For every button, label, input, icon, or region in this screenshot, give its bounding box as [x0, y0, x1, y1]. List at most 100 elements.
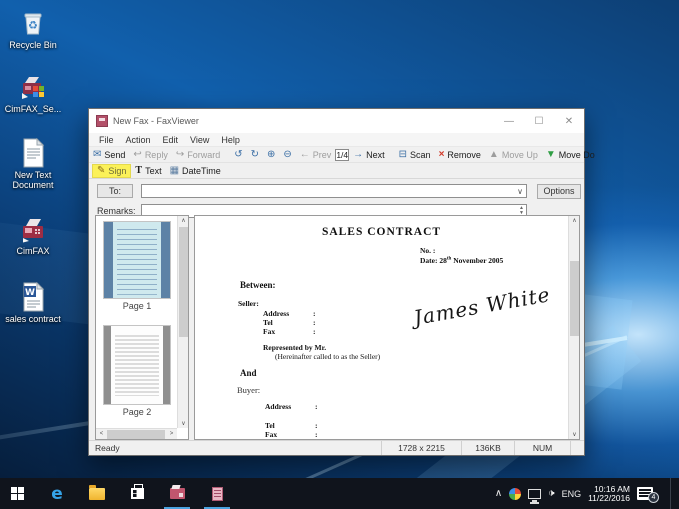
remove-icon: ×: [439, 150, 445, 160]
buyer-tel-row: Tel:: [265, 421, 318, 430]
language-indicator[interactable]: ENG: [562, 489, 582, 499]
thumbnail-pane: Page 1 Page 2 ∧ ∨ < >: [95, 215, 189, 440]
desktop-icon-cimfax-setup[interactable]: CimFAX_Se...: [2, 72, 64, 114]
taskbar-store[interactable]: [124, 478, 150, 509]
recycle-bin-icon: ♻: [18, 8, 48, 38]
desktop-icon-sales-contract[interactable]: W sales contract: [2, 282, 64, 324]
seller-address-row: Address:: [263, 309, 316, 318]
scroll-right-icon[interactable]: >: [166, 431, 177, 437]
menu-action[interactable]: Action: [120, 135, 157, 145]
windows-logo-icon: [11, 487, 24, 500]
datetime-icon: ▦: [170, 166, 179, 176]
menu-help[interactable]: Help: [215, 135, 246, 145]
system-tray: ∧ 🕩 ENG 10:16 AM 11/22/2016 4: [495, 478, 679, 509]
datetime-button[interactable]: ▦DateTime: [166, 164, 225, 178]
desktop-icon-new-text-document[interactable]: New Text Document: [2, 138, 64, 190]
taskbar-edge[interactable]: e: [44, 478, 70, 509]
move-down-button[interactable]: ▼Move Do: [542, 148, 599, 162]
desktop-icon-recycle-bin[interactable]: ♻ Recycle Bin: [2, 8, 64, 50]
next-page-button[interactable]: →Next: [349, 148, 389, 162]
rotate-right-icon: ↻: [251, 150, 259, 160]
scroll-left-icon[interactable]: <: [96, 431, 107, 437]
prev-page-button[interactable]: ←Prev: [296, 148, 336, 162]
send-button[interactable]: ✉Send: [89, 148, 129, 162]
store-icon: [131, 488, 144, 499]
represented-line: Represented by Mr.: [263, 343, 326, 352]
text-button[interactable]: TText: [131, 164, 165, 178]
status-text: Ready: [95, 443, 381, 453]
sign-button[interactable]: ✎Sign: [92, 164, 131, 178]
thumbnail-horizontal-scrollbar[interactable]: < >: [96, 428, 177, 439]
image-dimensions: 1728 x 2215: [381, 441, 461, 455]
volume-icon[interactable]: 🕩: [548, 488, 554, 499]
remarks-label: Remarks:: [97, 206, 133, 216]
options-button[interactable]: Options: [537, 184, 581, 199]
scroll-up-icon[interactable]: ∧: [569, 217, 580, 224]
fax-document[interactable]: SALES CONTRACT No. : Date: 28th November…: [195, 216, 568, 439]
thumbnail-label: Page 1: [104, 301, 170, 311]
seller-fax-row: Fax:: [263, 327, 316, 336]
action-center-icon[interactable]: 4: [637, 487, 653, 500]
prev-icon: ←: [300, 150, 310, 160]
rotate-right-button[interactable]: ↻: [247, 148, 263, 162]
scroll-down-icon[interactable]: ∨: [569, 431, 580, 438]
desktop-icon-label: sales contract: [5, 314, 61, 324]
between-label: Between:: [240, 280, 276, 290]
scrollbar-thumb[interactable]: [179, 227, 188, 337]
thumbnail-page-1[interactable]: Page 1: [104, 222, 170, 311]
minimize-button[interactable]: —: [494, 109, 524, 133]
resize-grip[interactable]: [570, 441, 584, 455]
remove-button[interactable]: ×Remove: [435, 148, 485, 162]
thumbnail-label: Page 2: [104, 407, 170, 417]
to-button[interactable]: To:: [97, 184, 133, 198]
document-vertical-scrollbar[interactable]: ∧ ∨: [568, 216, 579, 439]
to-combobox[interactable]: ∨: [141, 184, 527, 198]
contract-date-line: Date: 28th November 2005: [420, 256, 503, 265]
move-up-button[interactable]: ▲Move Up: [485, 148, 542, 162]
num-lock-indicator: NUM: [514, 441, 570, 455]
close-button[interactable]: ✕: [554, 109, 584, 133]
clock-date: 11/22/2016: [588, 494, 630, 503]
taskbar-clock[interactable]: 10:16 AM 11/22/2016: [588, 485, 630, 503]
taskbar-faxviewer[interactable]: [204, 478, 230, 509]
cimfax-icon: [170, 488, 185, 499]
reply-icon: ↩: [133, 150, 141, 160]
window-title: New Fax - FaxViewer: [113, 116, 199, 126]
svg-text:♻: ♻: [28, 19, 38, 32]
scroll-down-icon[interactable]: ∨: [178, 420, 189, 427]
zoom-in-button[interactable]: ⊕: [263, 148, 279, 162]
thumbnail-vertical-scrollbar[interactable]: ∧ ∨: [177, 216, 188, 428]
tray-expand-chevron-icon[interactable]: ∧: [495, 488, 502, 499]
scan-button[interactable]: ⊟Scan: [395, 148, 435, 162]
menu-bar: File Action Edit View Help: [89, 133, 584, 147]
scrollbar-thumb[interactable]: [570, 261, 579, 336]
desktop-icon-label: Recycle Bin: [9, 40, 57, 50]
menu-edit[interactable]: Edit: [157, 135, 185, 145]
rotate-left-button[interactable]: ↺: [230, 148, 246, 162]
zoom-out-icon: ⊖: [283, 150, 291, 160]
menu-view[interactable]: View: [184, 135, 215, 145]
show-desktop-button[interactable]: [670, 478, 675, 509]
signature-annotation[interactable]: James White: [412, 282, 552, 330]
word-document-icon: W: [18, 282, 48, 312]
chevron-down-icon: ∨: [517, 187, 523, 196]
spinner-icon[interactable]: ▲▼: [519, 206, 524, 216]
next-icon: →: [353, 150, 363, 160]
thumbnail-page-2[interactable]: Page 2: [104, 326, 170, 417]
maximize-button[interactable]: ☐: [524, 109, 554, 133]
taskbar-file-explorer[interactable]: [84, 478, 110, 509]
reply-button[interactable]: ↩Reply: [129, 148, 171, 162]
menu-file[interactable]: File: [93, 135, 120, 145]
page-indicator[interactable]: 1/4: [335, 149, 349, 161]
title-bar[interactable]: New Fax - FaxViewer — ☐ ✕: [89, 109, 584, 133]
browser-tray-icon[interactable]: [509, 488, 521, 500]
network-icon[interactable]: [528, 489, 541, 499]
desktop-icon-cimfax[interactable]: CimFAX: [2, 214, 64, 256]
scrollbar-thumb[interactable]: [107, 430, 165, 439]
start-button[interactable]: [4, 478, 30, 509]
zoom-out-button[interactable]: ⊖: [279, 148, 295, 162]
scroll-up-icon[interactable]: ∧: [178, 217, 189, 224]
main-toolbar: ✉Send ↩Reply ↪Forward ↺ ↻ ⊕ ⊖ ←Prev 1/4 …: [89, 147, 584, 163]
forward-button[interactable]: ↪Forward: [172, 148, 224, 162]
taskbar-cimfax[interactable]: [164, 478, 190, 509]
